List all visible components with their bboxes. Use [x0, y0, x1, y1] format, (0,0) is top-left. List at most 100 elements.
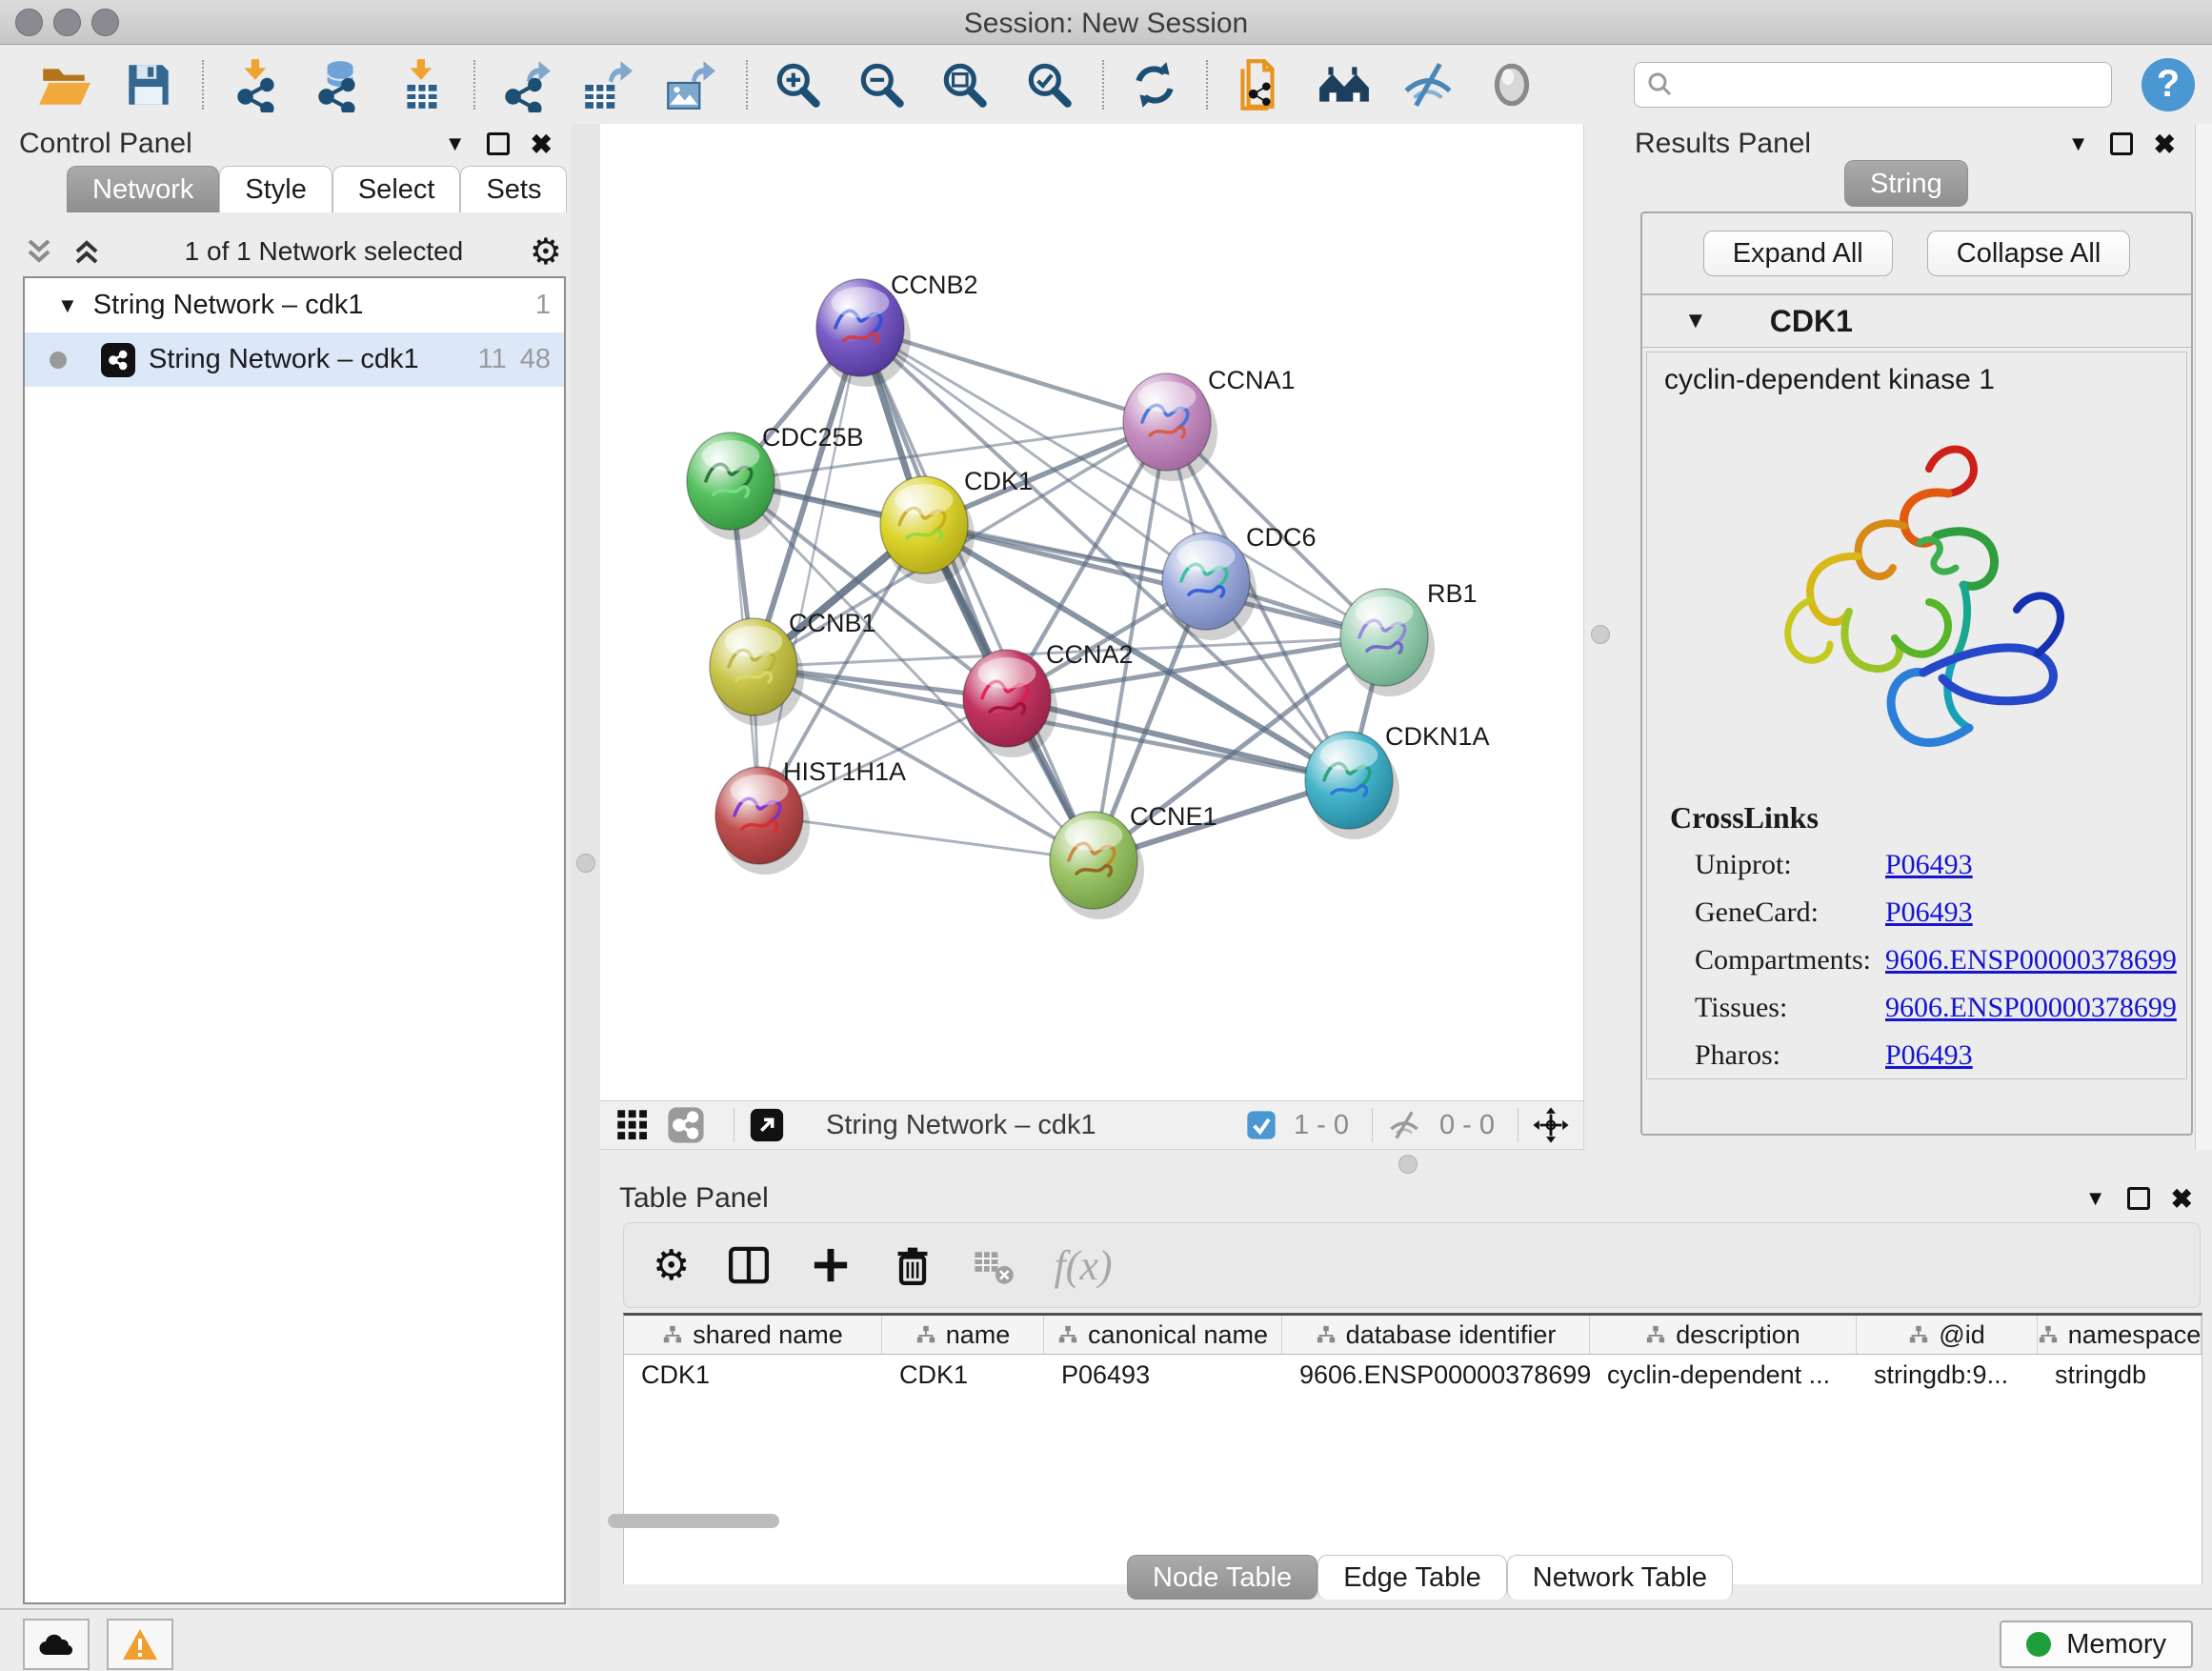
panel-float-icon[interactable] [487, 132, 510, 155]
panel-close-icon[interactable]: ✖ [2171, 1183, 2193, 1215]
table-cell[interactable]: P06493 [1044, 1360, 1282, 1390]
tab-style[interactable]: Style [219, 166, 332, 212]
open-session-icon[interactable] [37, 57, 92, 112]
fit-selected-crosshair-icon[interactable] [1532, 1106, 1570, 1144]
left-splitter-handle[interactable] [576, 854, 595, 873]
network-canvas[interactable]: CCNB2CCNA1CDC25BCDK1CDC6RB1CCNB1CCNA2CDK… [600, 124, 1583, 1100]
panel-close-icon[interactable]: ✖ [2154, 129, 2176, 160]
network-share-view-icon[interactable] [667, 1106, 705, 1144]
bottom-splitter-handle[interactable] [1398, 1155, 1418, 1174]
panel-menu-icon[interactable]: ▼ [2085, 1186, 2106, 1211]
expand-all-icon[interactable] [70, 235, 103, 268]
zoom-in-icon[interactable] [771, 57, 826, 112]
network-node-CDKN1A[interactable]: CDKN1A [1305, 722, 1490, 839]
crosslink-link[interactable]: P06493 [1885, 849, 1973, 881]
table-cell[interactable]: CDK1 [624, 1360, 882, 1390]
inspector-lens-icon[interactable] [1484, 57, 1539, 112]
crosslink-link[interactable]: P06493 [1885, 1039, 1973, 1072]
collection-expand-icon[interactable]: ▼ [57, 293, 78, 318]
tab-sets[interactable]: Sets [460, 166, 567, 212]
tab-edge-table[interactable]: Edge Table [1317, 1555, 1507, 1600]
show-columns-icon[interactable] [726, 1242, 772, 1288]
crosslink-link[interactable]: 9606.ENSP00000378699 [1885, 944, 2177, 976]
table-cell[interactable]: CDK1 [882, 1360, 1044, 1390]
import-network-from-file-icon[interactable] [230, 57, 285, 112]
delete-column-trash-icon[interactable] [890, 1242, 935, 1288]
table-cell[interactable]: 9606.ENSP00000378699 [1282, 1360, 1590, 1390]
export-table-icon[interactable] [579, 57, 634, 112]
crosslink-label: Uniprot: [1695, 849, 1885, 881]
expand-all-button[interactable]: Expand All [1703, 231, 1893, 276]
table-row[interactable]: CDK1CDK1P064939606.ENSP00000378699cyclin… [624, 1355, 2202, 1395]
network-node-CCNA2[interactable]: CCNA2 [963, 640, 1134, 757]
hide-tool-icon[interactable] [1400, 57, 1456, 112]
zoom-out-icon[interactable] [855, 57, 910, 112]
selected-count-checkbox-icon[interactable] [1246, 1110, 1277, 1140]
table-cell[interactable]: stringdb:9... [1857, 1360, 2038, 1390]
crosslink-link[interactable]: 9606.ENSP00000378699 [1885, 992, 2177, 1024]
gene-section-collapse-icon[interactable]: ▼ [1684, 308, 1707, 334]
column-header-canonical-name[interactable]: canonical name [1044, 1316, 1282, 1354]
zoom-selected-icon[interactable] [1022, 57, 1077, 112]
column-header-name[interactable]: name [882, 1316, 1044, 1354]
grid-view-icon[interactable] [613, 1106, 652, 1144]
right-splitter[interactable] [1583, 124, 1617, 1150]
panel-float-icon[interactable] [2110, 132, 2133, 155]
add-column-icon[interactable] [808, 1242, 854, 1288]
export-network-icon[interactable] [497, 57, 553, 112]
collapse-all-icon[interactable] [23, 235, 55, 268]
zoom-fit-content-icon[interactable] [937, 57, 993, 112]
memory-button[interactable]: Memory [2000, 1621, 2193, 1668]
table-horizontal-scrollbar[interactable] [608, 1514, 779, 1528]
network-node-CCNB1[interactable]: CCNB1 [710, 609, 876, 726]
column-header-database-identifier[interactable]: database identifier [1282, 1316, 1590, 1354]
search-field[interactable] [1634, 62, 2112, 108]
left-splitter[interactable] [572, 124, 600, 1608]
tab-network[interactable]: Network [67, 166, 219, 212]
column-header-@id[interactable]: @id [1857, 1316, 2038, 1354]
string-import-icon[interactable] [1231, 57, 1286, 112]
tab-node-table[interactable]: Node Table [1127, 1555, 1317, 1600]
results-panel-title: Results Panel [1635, 128, 1811, 160]
export-view-icon[interactable] [748, 1106, 786, 1144]
panel-float-icon[interactable] [2127, 1187, 2150, 1210]
network-node-HIST1H1A[interactable]: HIST1H1A [715, 757, 906, 875]
table-cell[interactable]: cyclin-dependent ... [1590, 1360, 1857, 1390]
tab-select[interactable]: Select [332, 166, 461, 212]
refresh-view-icon[interactable] [1127, 57, 1182, 112]
network-node-CCNB2[interactable]: CCNB2 [816, 271, 978, 387]
network-collection-row[interactable]: ▼ String Network – cdk1 1 [25, 278, 564, 332]
table-settings-gear-icon[interactable]: ⚙ [653, 1241, 690, 1290]
import-network-from-database-icon[interactable] [311, 57, 366, 112]
export-image-icon[interactable] [662, 57, 717, 112]
right-splitter-handle[interactable] [1591, 625, 1610, 644]
network-node-RB1[interactable]: RB1 [1340, 579, 1478, 696]
warning-button[interactable] [107, 1619, 173, 1670]
network-row[interactable]: String Network – cdk1 11 48 [25, 332, 564, 387]
column-header-description[interactable]: description [1590, 1316, 1857, 1354]
panel-close-icon[interactable]: ✖ [531, 129, 553, 160]
network-node-CDK1[interactable]: CDK1 [880, 467, 1033, 584]
results-scrollbar[interactable] [2195, 124, 2212, 1150]
panel-menu-icon[interactable]: ▼ [2068, 131, 2089, 156]
tab-string[interactable]: String [1844, 160, 1968, 207]
save-session-icon[interactable] [121, 57, 176, 112]
network-options-gear-icon[interactable]: ⚙ [530, 231, 562, 273]
network-node-CDC6[interactable]: CDC6 [1162, 523, 1317, 640]
help-button[interactable]: ? [2142, 58, 2195, 111]
hidden-eye-icon[interactable] [1386, 1107, 1422, 1143]
panel-menu-icon[interactable]: ▼ [445, 131, 466, 156]
search-input[interactable] [1680, 70, 2111, 101]
column-header-namespace[interactable]: namespace [2038, 1316, 2202, 1354]
network-node-CDC25B[interactable]: CDC25B [687, 423, 864, 540]
tab-network-table[interactable]: Network Table [1507, 1555, 1733, 1600]
network-node-CCNE1[interactable]: CCNE1 [1050, 802, 1217, 919]
cloud-button[interactable] [23, 1619, 90, 1670]
cybrowser-home-icon[interactable] [1317, 57, 1372, 112]
crosslink-link[interactable]: P06493 [1885, 896, 1973, 929]
collapse-all-button[interactable]: Collapse All [1927, 231, 2131, 276]
column-header-shared-name[interactable]: shared name [624, 1316, 882, 1354]
bottom-splitter[interactable] [600, 1150, 2212, 1178]
import-table-from-file-icon[interactable] [395, 57, 451, 112]
table-cell[interactable]: stringdb [2038, 1360, 2202, 1390]
